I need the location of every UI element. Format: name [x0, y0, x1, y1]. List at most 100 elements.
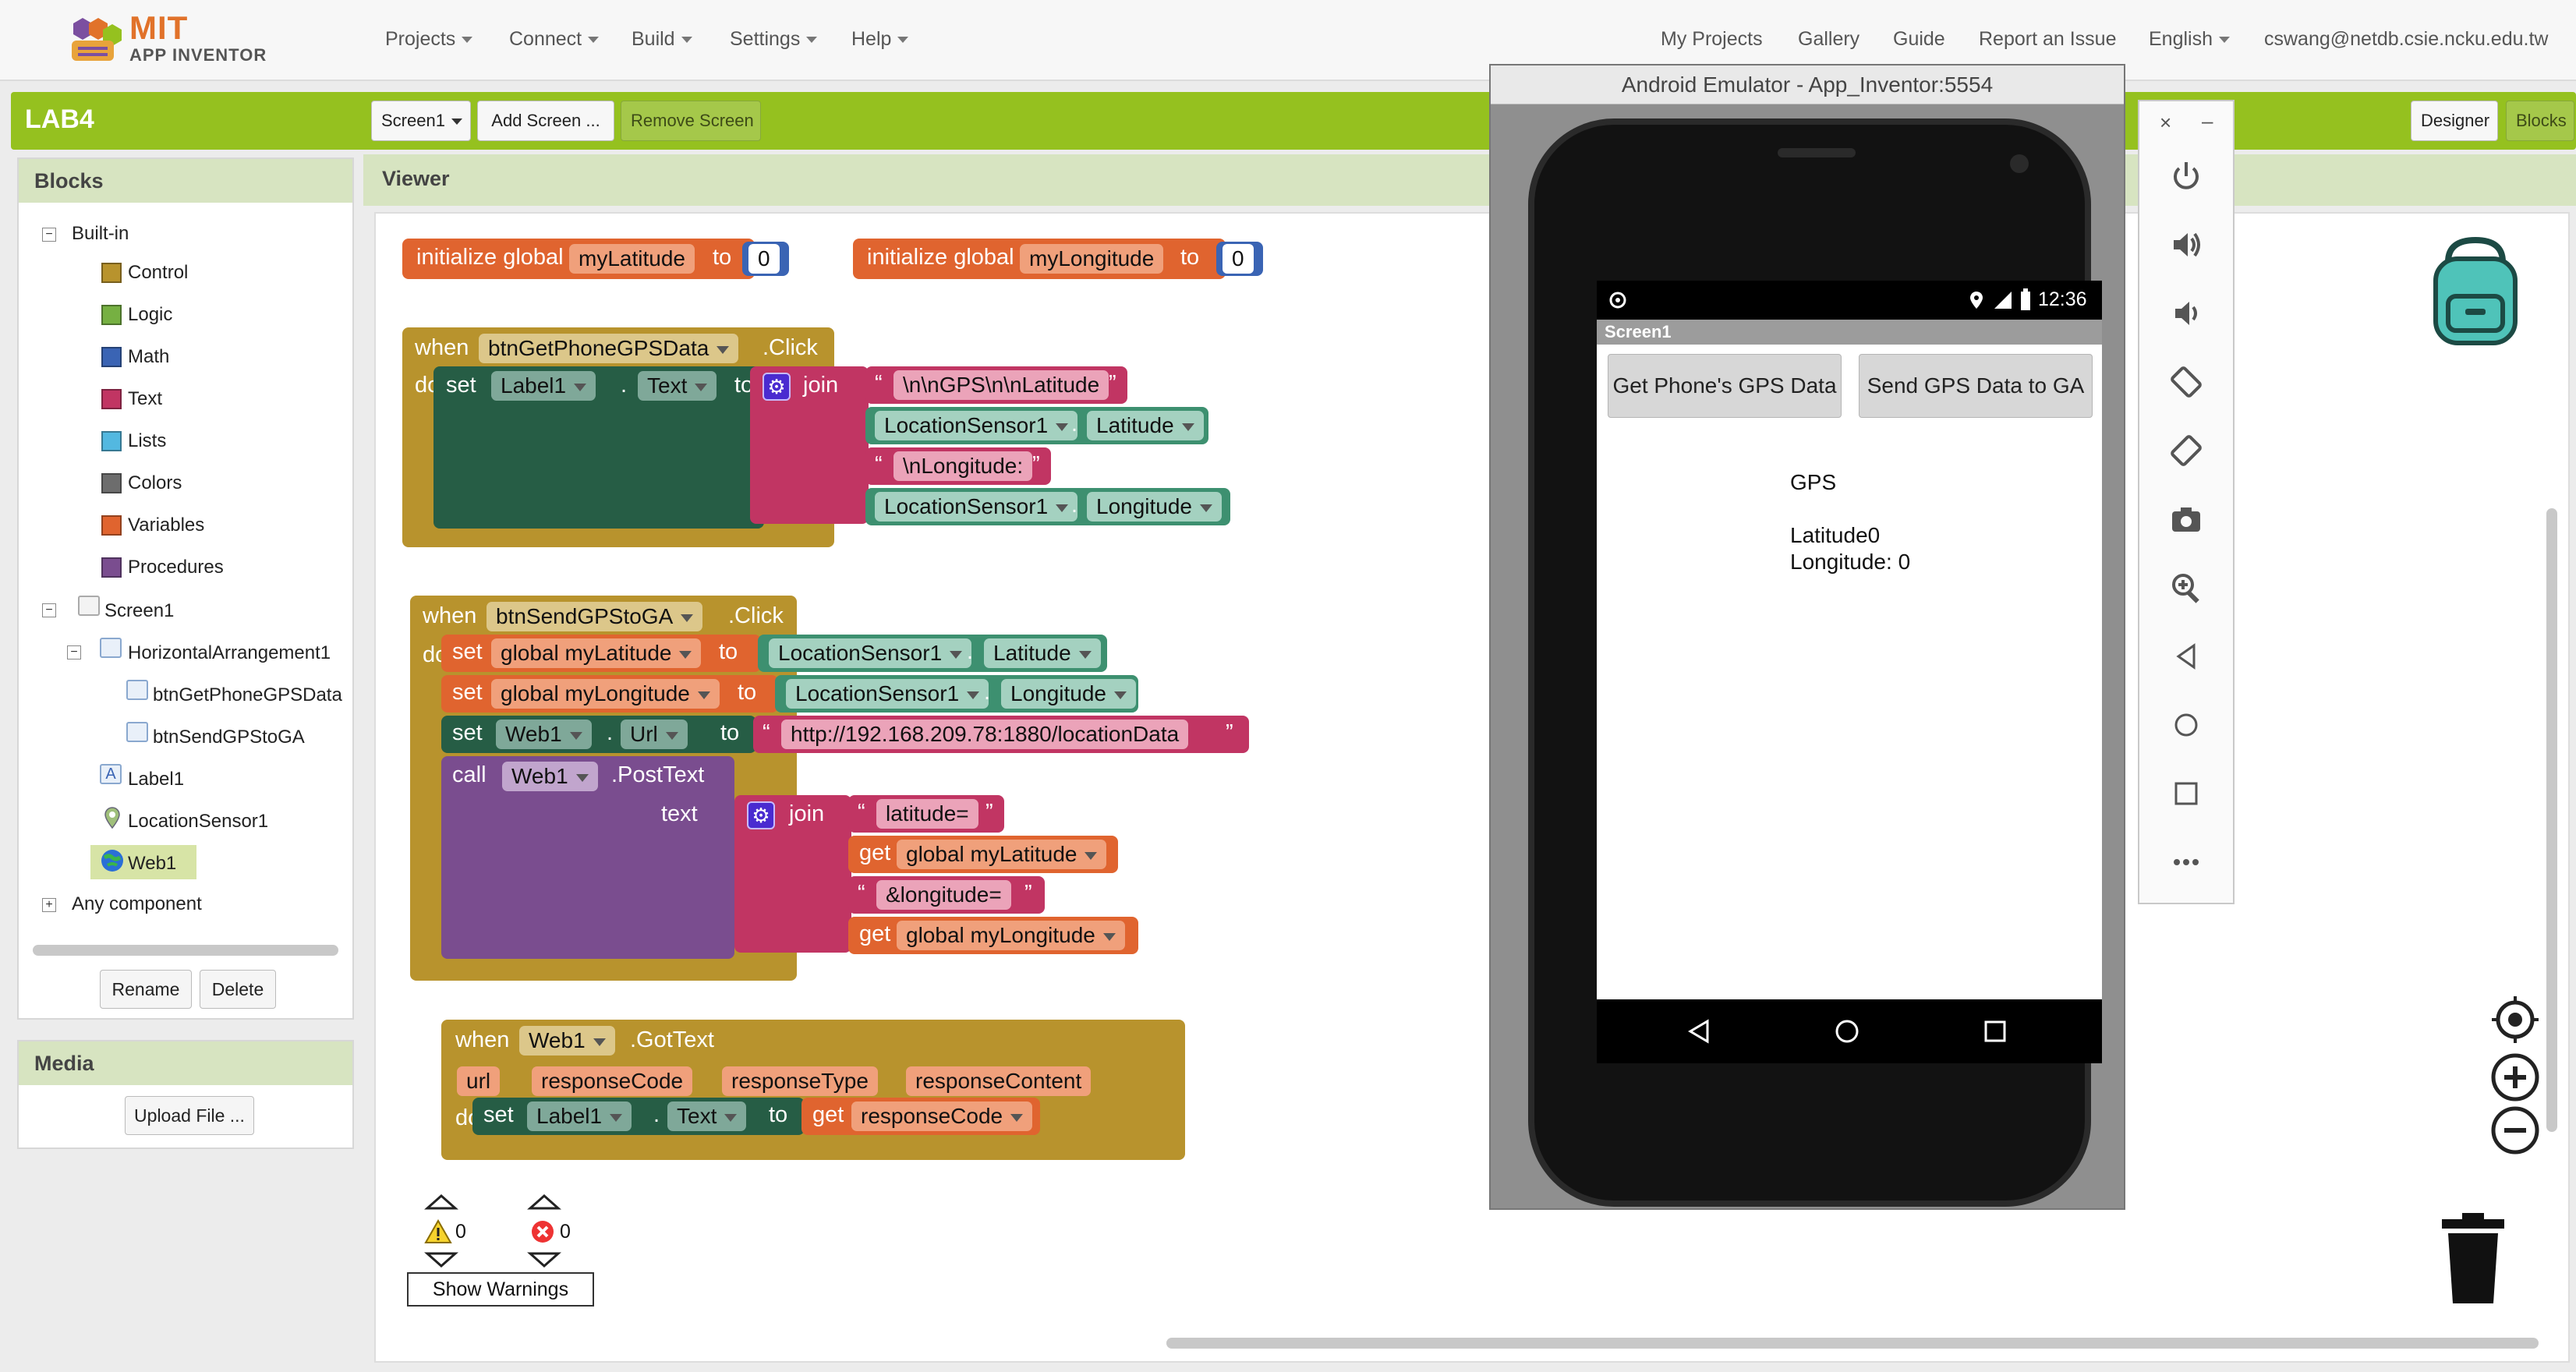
component-dropdown[interactable]: Web1: [519, 1026, 615, 1056]
rotate-right-icon[interactable]: [2167, 432, 2205, 469]
property-dropdown[interactable]: Latitude: [1087, 411, 1204, 440]
text-string-block[interactable]: “ latitude= ”: [848, 795, 1004, 833]
text-string-block[interactable]: “ &longitude= ”: [848, 876, 1045, 914]
collapse-arrangement-toggle[interactable]: −: [67, 645, 81, 659]
location-latitude-getter[interactable]: LocationSensor1 . Latitude: [865, 407, 1208, 444]
tree-horizontal-arrangement[interactable]: HorizontalArrangement1: [128, 640, 331, 667]
set-global-longitude-block[interactable]: set global myLongitude to: [441, 675, 778, 713]
link-guide[interactable]: Guide: [1893, 28, 1945, 51]
screen-select[interactable]: Screen1: [371, 101, 471, 141]
builtin-category-variables[interactable]: Variables: [128, 512, 204, 539]
delete-button[interactable]: Delete: [200, 970, 276, 1009]
event-param[interactable]: url: [457, 1066, 501, 1096]
property-dropdown[interactable]: Longitude: [1001, 679, 1137, 709]
init-global-latitude-block[interactable]: initialize global myLatitude to: [402, 239, 755, 279]
set-label1-text-block[interactable]: set Label1 . Text to: [433, 366, 764, 529]
remove-screen-button[interactable]: Remove Screen: [621, 101, 761, 141]
volume-up-icon[interactable]: [2167, 226, 2205, 263]
component-dropdown[interactable]: btnGetPhoneGPSData: [479, 334, 739, 363]
builtin-category-text[interactable]: Text: [128, 386, 162, 412]
event-web1-gottext[interactable]: when Web1 .GotText url responseCode resp…: [441, 1020, 1185, 1160]
property-dropdown[interactable]: Text: [667, 1101, 747, 1131]
component-dropdown[interactable]: Web1: [496, 720, 592, 749]
phone-screen[interactable]: 12:36 Screen1 Get Phone's GPS Data Send …: [1597, 281, 2102, 1063]
location-longitude-getter[interactable]: LocationSensor1 . Longitude: [865, 488, 1230, 525]
get-global-latitude-block[interactable]: get global myLatitude: [848, 836, 1118, 873]
expand-any-component-toggle[interactable]: +: [42, 898, 56, 912]
call-web1-posttext-block[interactable]: call Web1 .PostText text: [441, 756, 734, 959]
component-dropdown[interactable]: btnSendGPStoGA: [487, 602, 703, 631]
trash-icon[interactable]: [2434, 1211, 2512, 1305]
error-arrow-up-icon[interactable]: [527, 1193, 561, 1211]
get-global-longitude-block[interactable]: get global myLongitude: [848, 917, 1138, 954]
event-param[interactable]: responseCode: [532, 1066, 693, 1096]
collapse-screen-toggle[interactable]: −: [42, 603, 56, 617]
builtin-category-logic[interactable]: Logic: [128, 302, 172, 328]
menu-settings[interactable]: Settings: [730, 28, 818, 51]
designer-button[interactable]: Designer: [2411, 101, 2498, 141]
property-dropdown[interactable]: Longitude: [1087, 492, 1223, 522]
get-gps-data-button[interactable]: Get Phone's GPS Data: [1608, 354, 1842, 418]
blocks-workspace[interactable]: initialize global myLatitude to 0 initia…: [374, 212, 2570, 1363]
gear-icon[interactable]: ⚙: [763, 373, 791, 401]
string-field[interactable]: latitude=: [876, 799, 978, 829]
tree-any-component[interactable]: Any component: [72, 891, 202, 918]
zoom-in-icon[interactable]: [2490, 1052, 2540, 1102]
gear-icon[interactable]: ⚙: [747, 801, 775, 829]
show-warnings-button[interactable]: Show Warnings: [407, 1272, 594, 1307]
back-icon[interactable]: [1686, 1018, 1712, 1045]
backpack-icon[interactable]: [2425, 235, 2526, 349]
init-global-longitude-block[interactable]: initialize global myLongitude to: [853, 239, 1226, 279]
event-param[interactable]: responseContent: [906, 1066, 1092, 1096]
menu-language[interactable]: English: [2149, 28, 2230, 51]
variable-dropdown[interactable]: responseCode: [851, 1101, 1033, 1131]
component-dropdown[interactable]: LocationSensor1: [875, 492, 1078, 522]
string-field[interactable]: \n\nGPS\n\nLatitude: [893, 370, 1109, 400]
zoom-icon[interactable]: [2167, 569, 2205, 606]
number-block[interactable]: 0: [742, 242, 789, 276]
string-field[interactable]: http://192.168.209.78:1880/locationData: [781, 720, 1189, 749]
number-field[interactable]: 0: [748, 244, 780, 274]
component-dropdown[interactable]: LocationSensor1: [769, 638, 972, 668]
string-field[interactable]: &longitude=: [876, 880, 1011, 910]
variable-dropdown[interactable]: global myLongitude: [491, 679, 720, 709]
location-longitude-getter[interactable]: LocationSensor1 . Longitude: [775, 675, 1138, 713]
home-icon[interactable]: [1834, 1018, 1860, 1045]
error-arrow-down-icon[interactable]: [527, 1250, 561, 1269]
tree-location-sensor[interactable]: LocationSensor1: [128, 808, 268, 835]
set-web1-url-block[interactable]: set Web1 . Url to: [441, 716, 756, 753]
component-dropdown[interactable]: Web1: [502, 762, 598, 791]
panel-scrollbar[interactable]: [33, 945, 338, 956]
menu-projects[interactable]: Projects: [385, 28, 473, 51]
variable-name-field[interactable]: myLatitude: [569, 244, 695, 274]
collapse-builtin-toggle[interactable]: −: [42, 228, 56, 242]
link-my-projects[interactable]: My Projects: [1661, 28, 1763, 51]
upload-file-button[interactable]: Upload File ...: [125, 1096, 254, 1135]
emulator-title[interactable]: Android Emulator - App_Inventor:5554: [1491, 65, 2124, 104]
menu-build[interactable]: Build: [632, 28, 692, 51]
builtin-category-procedures[interactable]: Procedures: [128, 554, 224, 581]
component-dropdown[interactable]: Label1: [527, 1101, 632, 1131]
string-field[interactable]: \nLongitude:: [893, 451, 1033, 481]
zoom-out-icon[interactable]: [2490, 1105, 2540, 1155]
menu-connect[interactable]: Connect: [509, 28, 600, 51]
send-gps-data-button[interactable]: Send GPS Data to GA: [1859, 354, 2093, 418]
tree-builtin[interactable]: Built-in: [72, 221, 129, 247]
power-icon[interactable]: [2167, 157, 2205, 195]
menu-help[interactable]: Help: [851, 28, 909, 51]
workspace-horizontal-scrollbar[interactable]: [1166, 1338, 2539, 1349]
tree-screen1[interactable]: Screen1: [104, 598, 174, 624]
set-global-latitude-block[interactable]: set global myLatitude to: [441, 635, 761, 672]
workspace-vertical-scrollbar[interactable]: [2546, 508, 2557, 1132]
component-dropdown[interactable]: Label1: [491, 371, 596, 401]
builtin-category-math[interactable]: Math: [128, 344, 169, 370]
close-icon[interactable]: ×: [2160, 111, 2171, 135]
menu-account[interactable]: cswang@netdb.csie.ncku.edu.tw: [2264, 28, 2548, 51]
minimize-icon[interactable]: –: [2202, 109, 2213, 133]
number-block[interactable]: 0: [1216, 242, 1263, 276]
recenter-icon[interactable]: [2490, 995, 2540, 1045]
component-dropdown[interactable]: LocationSensor1: [875, 411, 1078, 440]
property-dropdown[interactable]: Url: [621, 720, 688, 749]
more-icon[interactable]: [2167, 843, 2205, 881]
blocks-button[interactable]: Blocks: [2506, 101, 2574, 141]
